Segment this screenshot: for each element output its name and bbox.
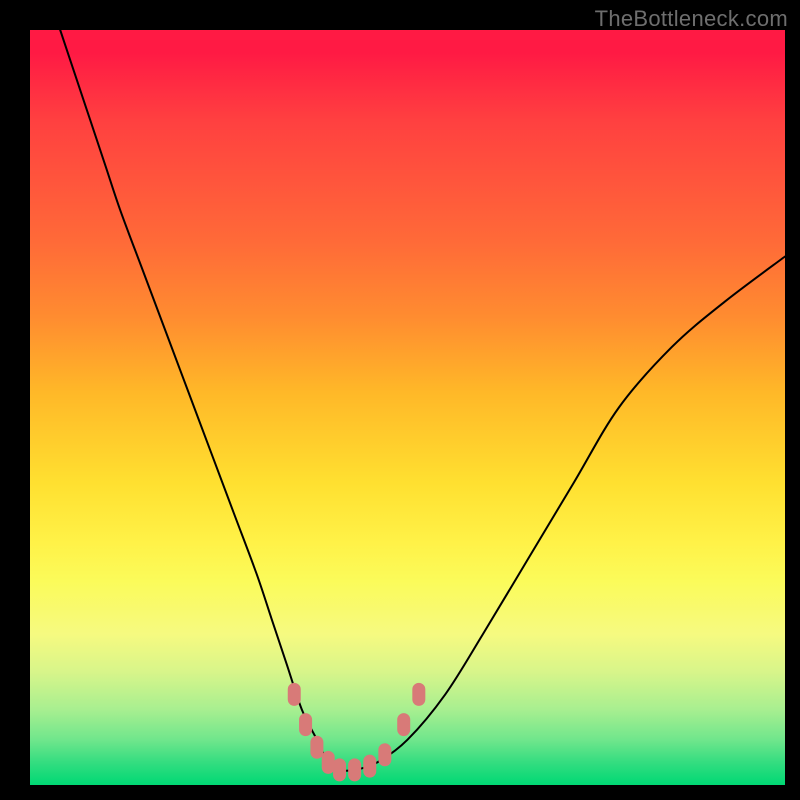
watermark-text: TheBottleneck.com xyxy=(595,6,788,32)
chart-svg xyxy=(30,30,785,785)
curve-marker xyxy=(322,751,334,773)
curve-marker xyxy=(311,736,323,758)
curve-marker xyxy=(300,714,312,736)
chart-frame: TheBottleneck.com xyxy=(0,0,800,800)
curve-marker xyxy=(364,755,376,777)
marker-group xyxy=(288,683,425,781)
curve-marker xyxy=(334,759,346,781)
curve-marker xyxy=(379,744,391,766)
curve-marker xyxy=(398,714,410,736)
curve-marker xyxy=(413,683,425,705)
plot-area xyxy=(30,30,785,785)
curve-marker xyxy=(288,683,300,705)
bottleneck-curve xyxy=(60,30,785,771)
curve-marker xyxy=(349,759,361,781)
